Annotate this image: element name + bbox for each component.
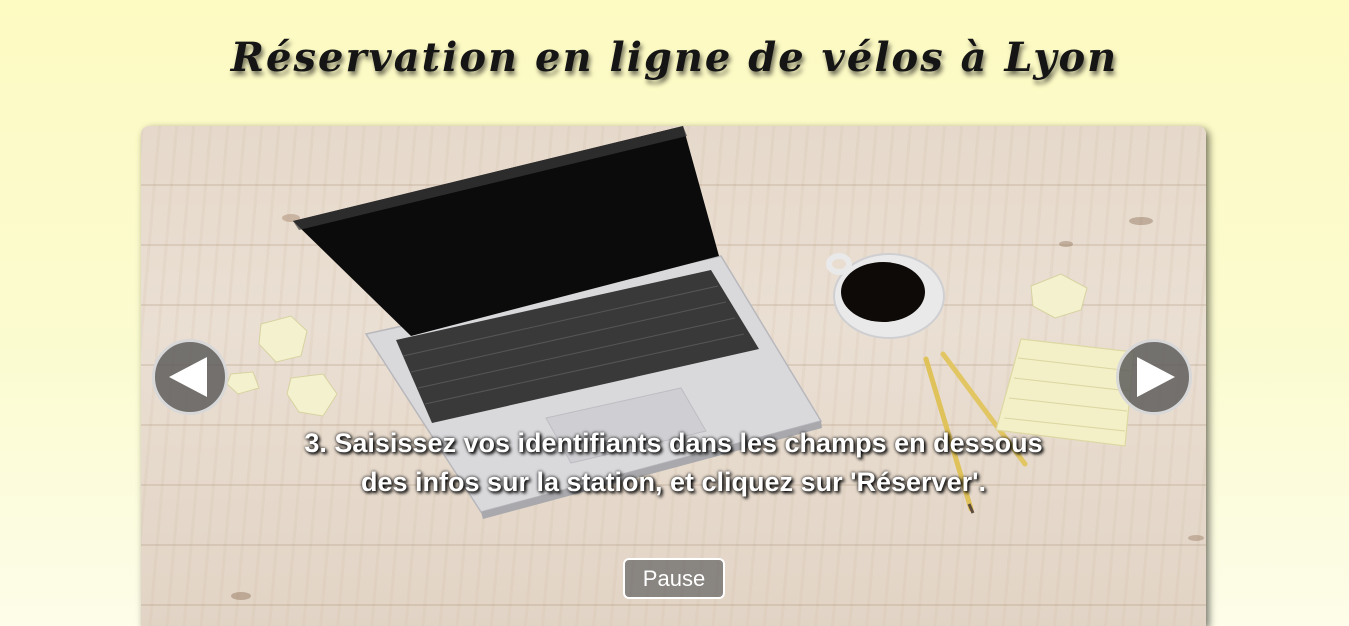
slide-image — [226, 126, 1204, 600]
arrow-right-icon — [1137, 357, 1175, 397]
pause-button[interactable]: Pause — [623, 558, 725, 599]
previous-slide-button[interactable] — [152, 339, 228, 415]
coffee-cup — [826, 253, 945, 339]
slideshow: 3. Saisissez vos identifiants dans les c… — [141, 126, 1206, 626]
arrow-left-icon — [169, 357, 207, 397]
page-title: Réservation en ligne de vélos à Lyon — [230, 34, 1119, 81]
slide-caption: 3. Saisissez vos identifiants dans les c… — [304, 428, 1043, 497]
next-slide-button[interactable] — [1116, 339, 1192, 415]
